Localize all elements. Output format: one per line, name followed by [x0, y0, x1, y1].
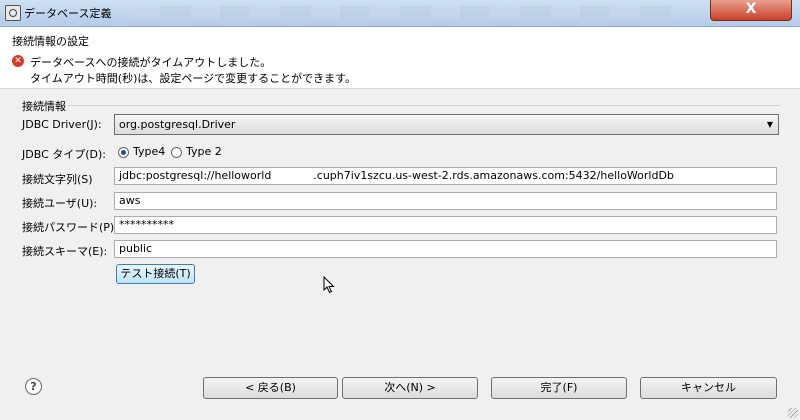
back-button[interactable]: < 戻る(B) [203, 377, 338, 399]
schema-field[interactable]: public [114, 240, 777, 258]
password-label: 接続パスワード(P): [22, 221, 118, 234]
error-hint: タイムアウト時間(秒)は、設定ページで変更することができます。 [30, 72, 357, 85]
type4-label[interactable]: Type4 [133, 145, 165, 158]
type2-radio[interactable] [171, 147, 182, 158]
driver-value: org.postgresql.Driver [119, 118, 236, 131]
group-label: 接続情報 [22, 100, 66, 113]
jdbc-type-label: JDBC タイプ(D): [22, 148, 107, 161]
window-title: データベース定義 [24, 7, 112, 20]
test-connection-button[interactable]: テスト接続(T) [116, 264, 195, 284]
group-divider [68, 105, 780, 106]
help-icon[interactable]: ? [25, 378, 42, 395]
finish-button[interactable]: 完了(F) [491, 377, 627, 399]
next-button[interactable]: 次へ(N) > [342, 377, 478, 399]
error-message: データベースへの接続がタイムアウトしました。 [30, 56, 272, 69]
resize-grip[interactable] [788, 408, 798, 418]
user-field[interactable]: aws [114, 192, 777, 210]
url-field[interactable]: jdbc:postgresql://helloworld .cuph7iv1sz… [114, 167, 777, 185]
background-taskbar-blur [130, 6, 675, 18]
title-bar: データベース定義 X [0, 0, 800, 27]
schema-label: 接続スキーマ(E): [22, 245, 108, 258]
wizard-header: 接続情報の設定 ✕ データベースへの接続がタイムアウトしました。 タイムアウト時… [0, 27, 800, 89]
type4-radio[interactable] [118, 147, 129, 158]
close-button[interactable]: X [710, 0, 792, 21]
driver-select[interactable]: org.postgresql.Driver ▼ [114, 114, 779, 135]
driver-label: JDBC Driver(J): [22, 118, 102, 131]
error-icon: ✕ [12, 55, 24, 67]
type2-label[interactable]: Type 2 [186, 145, 222, 158]
user-label: 接続ユーザ(U): [22, 197, 98, 210]
cancel-button[interactable]: キャンセル [640, 377, 777, 399]
password-field[interactable]: ********** [114, 216, 777, 234]
chevron-down-icon[interactable]: ▼ [767, 115, 773, 134]
url-label: 接続文字列(S) [22, 173, 93, 186]
app-icon [5, 5, 21, 21]
page-title: 接続情報の設定 [12, 35, 89, 48]
